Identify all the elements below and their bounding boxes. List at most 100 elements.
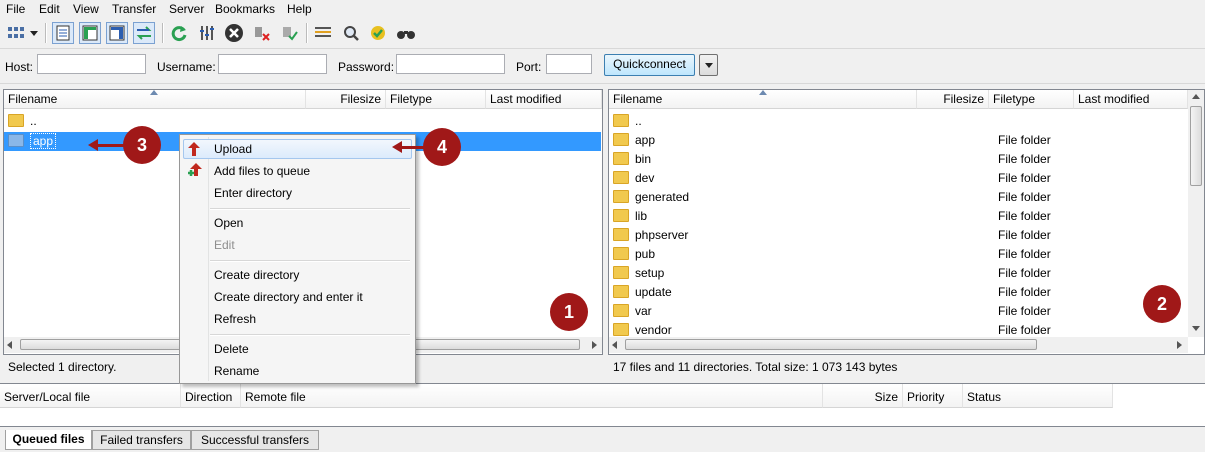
sort-asc-icon [759,90,767,95]
filetype: File folder [998,266,1051,280]
menu-edit[interactable]: Edit [39,2,60,16]
reconnect-icon[interactable] [278,22,300,44]
password-input[interactable] [396,54,505,74]
scrollbar-thumb[interactable] [625,339,1037,350]
queue-col-status[interactable]: Status [963,384,1113,408]
menu-create-directory-enter[interactable]: Create directory and enter it [214,287,363,307]
list-item[interactable]: update File folder [613,283,1183,302]
menu-rename[interactable]: Rename [214,361,259,381]
menu-enter-directory[interactable]: Enter directory [214,183,292,203]
menu-view[interactable]: View [73,2,99,16]
list-item[interactable]: var File folder [613,302,1183,321]
list-item[interactable]: phpserver File folder [613,226,1183,245]
site-manager-icon[interactable] [5,22,27,44]
list-item[interactable]: .. [613,112,1183,131]
cancel-icon[interactable] [223,22,245,44]
menu-create-directory[interactable]: Create directory [214,265,299,285]
toggle-log-icon[interactable] [52,22,74,44]
arrow-left-icon [392,141,402,153]
remote-col-filesize[interactable]: Filesize [917,90,989,109]
password-label: Password: [338,60,395,74]
local-col-filesize[interactable]: Filesize [306,90,386,109]
menu-refresh[interactable]: Refresh [214,309,256,329]
filename: var [635,304,652,318]
filetype: File folder [998,228,1051,242]
scroll-left-icon[interactable] [7,341,12,349]
scroll-up-icon[interactable] [1192,94,1200,99]
quickconnect-dropdown[interactable] [699,54,718,76]
list-item[interactable]: app File folder [613,131,1183,150]
scrollbar-thumb[interactable] [1190,106,1202,186]
find-files-icon[interactable] [395,22,417,44]
list-item[interactable]: lib File folder [613,207,1183,226]
port-input[interactable] [546,54,592,74]
search-icon[interactable] [340,22,362,44]
directory-filter-icon[interactable] [312,22,334,44]
remote-h-scrollbar[interactable] [609,337,1188,353]
filename: update [635,285,672,299]
menu-transfer[interactable]: Transfer [112,2,156,16]
filetype: File folder [998,247,1051,261]
remote-col-filetype[interactable]: Filetype [989,90,1074,109]
remote-file-list[interactable]: Filename Filesize Filetype Last modified… [608,89,1205,355]
folder-icon [613,285,629,299]
remote-col-lastmodified[interactable]: Last modified [1074,90,1188,109]
disconnect-icon[interactable] [251,22,273,44]
list-item[interactable]: dev File folder [613,169,1183,188]
folder-icon [613,209,629,223]
add-to-queue-icon [188,163,202,176]
quickconnect-button[interactable]: Quickconnect [604,54,695,76]
list-item[interactable]: bin File folder [613,150,1183,169]
local-col-filetype[interactable]: Filetype [386,90,486,109]
tab-successful-transfers[interactable]: Successful transfers [191,430,319,450]
username-label: Username: [157,60,216,74]
menu-upload[interactable]: Upload [214,139,252,159]
queue-col-file[interactable]: Server/Local file [0,384,181,408]
menu-help[interactable]: Help [287,2,312,16]
tab-queued-files[interactable]: Queued files [5,430,92,450]
remote-col-filename[interactable]: Filename [609,90,917,109]
username-input[interactable] [218,54,327,74]
queue-col-size[interactable]: Size [823,384,903,408]
folder-icon [613,304,629,318]
menu-bookmarks[interactable]: Bookmarks [215,2,275,16]
scroll-left-icon[interactable] [612,341,617,349]
local-col-filename[interactable]: Filename [4,90,306,109]
menu-bar: File Edit View Transfer Server Bookmarks… [0,0,1205,19]
menu-file[interactable]: File [6,2,25,16]
list-item[interactable]: setup File folder [613,264,1183,283]
host-input[interactable] [37,54,146,74]
scroll-right-icon[interactable] [592,341,597,349]
toggle-queue-icon[interactable] [133,22,155,44]
toggle-local-tree-icon[interactable] [79,22,101,44]
compare-icon[interactable] [367,22,389,44]
process-queue-icon[interactable] [196,22,218,44]
filename: setup [635,266,665,280]
arrow-left-icon [88,139,98,151]
queue-col-direction[interactable]: Direction [181,384,241,408]
annotation-badge-1: 1 [550,293,588,331]
toggle-remote-tree-icon[interactable] [106,22,128,44]
transfer-queue[interactable]: Server/Local file Direction Remote file … [0,383,1205,427]
menu-server[interactable]: Server [169,2,204,16]
menu-delete[interactable]: Delete [214,339,249,359]
quickconnect-bar: Host: Username: Password: Port: Quickcon… [0,49,1205,84]
queue-col-priority[interactable]: Priority [903,384,963,408]
scroll-right-icon[interactable] [1177,341,1182,349]
annotation-arrow-3 [95,144,125,147]
list-item[interactable]: .. [8,112,37,131]
queue-col-remote[interactable]: Remote file [241,384,823,408]
menu-add-to-queue[interactable]: Add files to queue [214,161,310,181]
sort-asc-icon [150,90,158,95]
tab-failed-transfers[interactable]: Failed transfers [92,430,191,450]
filetype: File folder [998,171,1051,185]
refresh-icon[interactable] [168,22,190,44]
scroll-down-icon[interactable] [1192,326,1200,331]
menu-open[interactable]: Open [214,213,243,233]
dropdown-arrow-icon[interactable] [27,22,41,44]
list-item[interactable]: pub File folder [613,245,1183,264]
annotation-badge-2: 2 [1143,285,1181,323]
local-col-lastmodified[interactable]: Last modified [486,90,602,109]
remote-v-scrollbar[interactable] [1188,90,1204,337]
list-item[interactable]: generated File folder [613,188,1183,207]
